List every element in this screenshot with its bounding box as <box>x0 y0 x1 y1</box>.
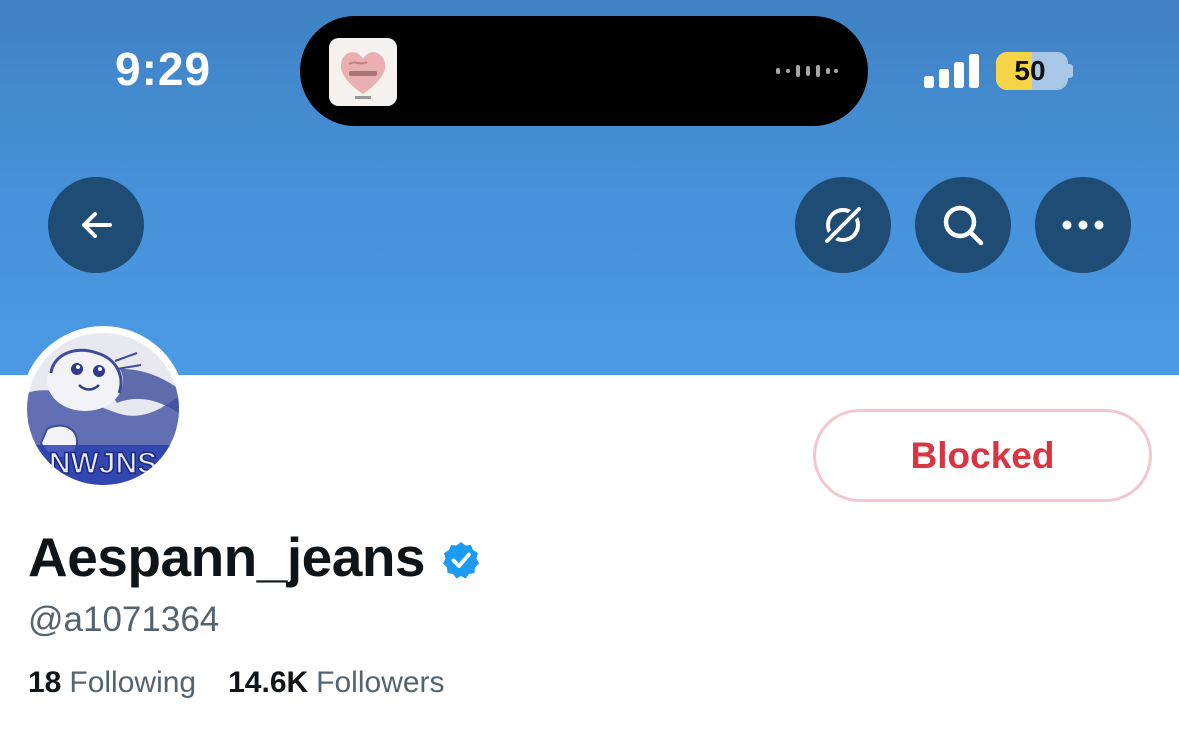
audio-waveform-icon <box>776 65 838 77</box>
arrow-left-icon <box>82 212 112 238</box>
blocked-button[interactable]: Blocked <box>813 409 1152 502</box>
search-button[interactable] <box>915 177 1011 273</box>
grok-button[interactable] <box>795 177 891 273</box>
status-time: 9:29 <box>115 43 212 95</box>
battery-tip <box>1068 64 1073 78</box>
battery-level: 50 <box>1014 55 1046 86</box>
display-name-row: Aespann_jeans <box>28 522 481 592</box>
avatar[interactable]: NWJNS <box>20 326 186 492</box>
user-handle: @a1071364 <box>28 600 220 639</box>
followers-label: Followers <box>316 666 445 699</box>
more-button[interactable] <box>1035 177 1131 273</box>
follow-stats: 18 Following 14.6K Followers <box>28 666 477 700</box>
battery-indicator: 50 <box>996 52 1068 90</box>
grok-icon <box>821 203 865 247</box>
album-art-icon[interactable] <box>329 38 397 106</box>
cellular-signal-icon <box>924 54 979 88</box>
followers-count: 14.6K <box>228 666 309 699</box>
avatar-image: NWJNS <box>27 333 179 485</box>
followers-link[interactable]: 14.6K Followers <box>228 666 444 700</box>
search-icon <box>943 205 984 246</box>
back-button[interactable] <box>48 177 144 273</box>
following-link[interactable]: 18 Following <box>28 666 196 700</box>
display-name: Aespann_jeans <box>28 526 426 588</box>
following-count: 18 <box>28 666 62 699</box>
verified-badge-icon <box>443 542 480 579</box>
dynamic-island[interactable] <box>300 16 868 126</box>
avatar-logo-text: NWJNS <box>49 447 157 480</box>
more-horizontal-icon <box>1062 220 1104 230</box>
following-label: Following <box>69 666 197 699</box>
